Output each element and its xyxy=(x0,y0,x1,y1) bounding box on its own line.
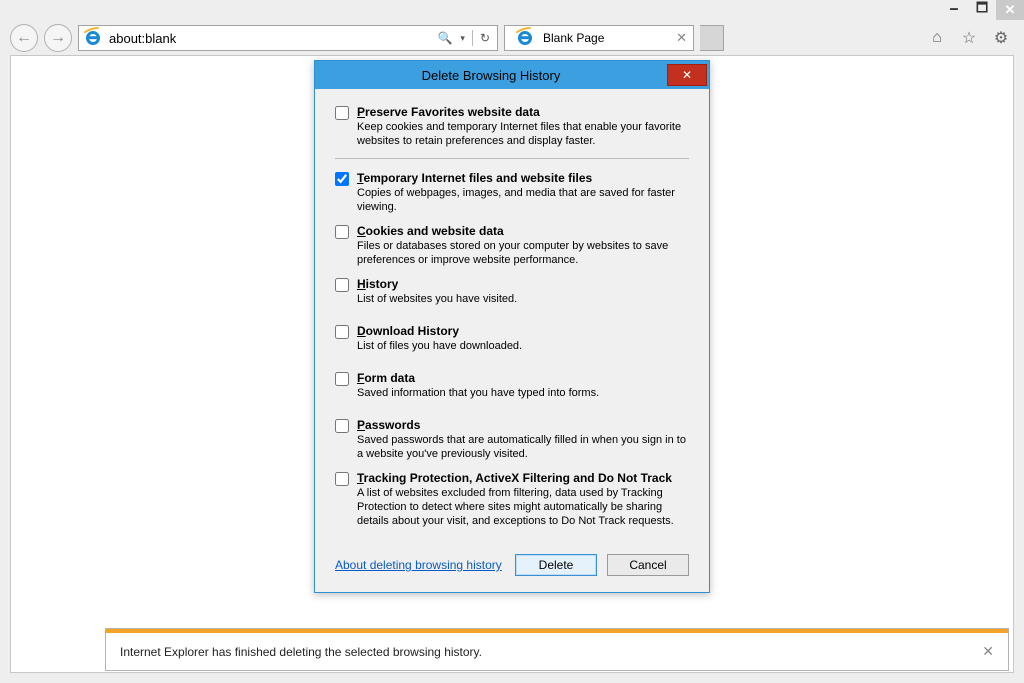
back-button[interactable]: ← xyxy=(10,24,38,52)
window-controls: 🗕 🗖 ✕ xyxy=(940,0,1024,20)
option-form-data: Form data Saved information that you hav… xyxy=(335,371,689,400)
checkbox-passwords[interactable] xyxy=(335,419,349,433)
home-icon[interactable]: ⌂ xyxy=(928,29,946,47)
notification-text: Internet Explorer has finished deleting … xyxy=(120,645,482,659)
option-tracking-protection: Tracking Protection, ActiveX Filtering a… xyxy=(335,471,689,528)
address-input[interactable] xyxy=(107,26,434,50)
option-label: History xyxy=(357,277,689,291)
option-label: Temporary Internet files and website fil… xyxy=(357,171,689,185)
option-preserve-favorites: Preserve Favorites website data Keep coo… xyxy=(335,105,689,148)
option-description: Copies of webpages, images, and media th… xyxy=(357,186,689,214)
cancel-button[interactable]: Cancel xyxy=(607,554,689,576)
ie-logo-icon xyxy=(515,28,535,48)
option-history: History List of websites you have visite… xyxy=(335,277,689,306)
option-label: Passwords xyxy=(357,418,689,432)
option-label: Download History xyxy=(357,324,689,338)
option-label: Tracking Protection, ActiveX Filtering a… xyxy=(357,471,689,485)
option-description: Saved information that you have typed in… xyxy=(357,386,689,400)
checkbox-preserve-favorites[interactable] xyxy=(335,106,349,120)
divider xyxy=(472,30,473,46)
dialog-title: Delete Browsing History xyxy=(315,68,667,83)
notification-close-button[interactable]: ✕ xyxy=(982,643,994,660)
option-description: List of websites you have visited. xyxy=(357,292,689,306)
checkbox-form-data[interactable] xyxy=(335,372,349,386)
delete-button[interactable]: Delete xyxy=(515,554,597,576)
ie-logo-icon xyxy=(83,28,103,48)
favorites-star-icon[interactable]: ☆ xyxy=(960,29,978,47)
option-download-history: Download History List of files you have … xyxy=(335,324,689,353)
checkbox-temporary-files[interactable] xyxy=(335,172,349,186)
window-maximize-button[interactable]: 🗖 xyxy=(968,0,996,20)
option-temporary-internet-files: Temporary Internet files and website fil… xyxy=(335,171,689,214)
address-bar-tools: 🔍 ▾ ↻ xyxy=(434,26,497,50)
option-description: Files or databases stored on your comput… xyxy=(357,239,689,267)
browser-tab[interactable]: Blank Page ✕ xyxy=(504,25,694,51)
separator xyxy=(335,158,689,159)
window-close-button[interactable]: ✕ xyxy=(996,0,1024,20)
option-description: A list of websites excluded from filteri… xyxy=(357,486,689,528)
checkbox-tracking-protection[interactable] xyxy=(335,472,349,486)
option-description: Saved passwords that are automatically f… xyxy=(357,433,689,461)
dialog-titlebar[interactable]: Delete Browsing History ✕ xyxy=(315,61,709,89)
delete-browsing-history-dialog: Delete Browsing History ✕ Preserve Favor… xyxy=(314,60,710,593)
dialog-footer: About deleting browsing history Delete C… xyxy=(315,546,709,592)
notification-bar: Internet Explorer has finished deleting … xyxy=(105,628,1009,671)
option-label: Cookies and website data xyxy=(357,224,689,238)
settings-gear-icon[interactable]: ⚙ xyxy=(992,29,1010,47)
address-bar[interactable]: 🔍 ▾ ↻ xyxy=(78,25,498,51)
window-minimize-button[interactable]: 🗕 xyxy=(940,0,968,20)
tab-close-button[interactable]: ✕ xyxy=(676,30,687,46)
option-passwords: Passwords Saved passwords that are autom… xyxy=(335,418,689,461)
option-description: List of files you have downloaded. xyxy=(357,339,689,353)
search-dropdown-icon[interactable]: ▾ xyxy=(457,33,468,44)
option-cookies: Cookies and website data Files or databa… xyxy=(335,224,689,267)
tab-label: Blank Page xyxy=(543,31,604,45)
option-description: Keep cookies and temporary Internet file… xyxy=(357,120,689,148)
option-label: Preserve Favorites website data xyxy=(357,105,689,119)
browser-toolbar: ← → 🔍 ▾ ↻ Blank Page ✕ ⌂ ☆ ⚙ xyxy=(10,24,1014,52)
new-tab-button[interactable] xyxy=(700,25,724,51)
dialog-close-button[interactable]: ✕ xyxy=(667,64,707,86)
checkbox-cookies[interactable] xyxy=(335,225,349,239)
search-icon[interactable]: 🔍 xyxy=(434,31,455,45)
dialog-body: Preserve Favorites website data Keep coo… xyxy=(315,89,709,546)
checkbox-history[interactable] xyxy=(335,278,349,292)
about-deleting-history-link[interactable]: About deleting browsing history xyxy=(335,558,505,572)
forward-button[interactable]: → xyxy=(44,24,72,52)
option-label: Form data xyxy=(357,371,689,385)
checkbox-download-history[interactable] xyxy=(335,325,349,339)
refresh-icon[interactable]: ↻ xyxy=(477,31,493,45)
